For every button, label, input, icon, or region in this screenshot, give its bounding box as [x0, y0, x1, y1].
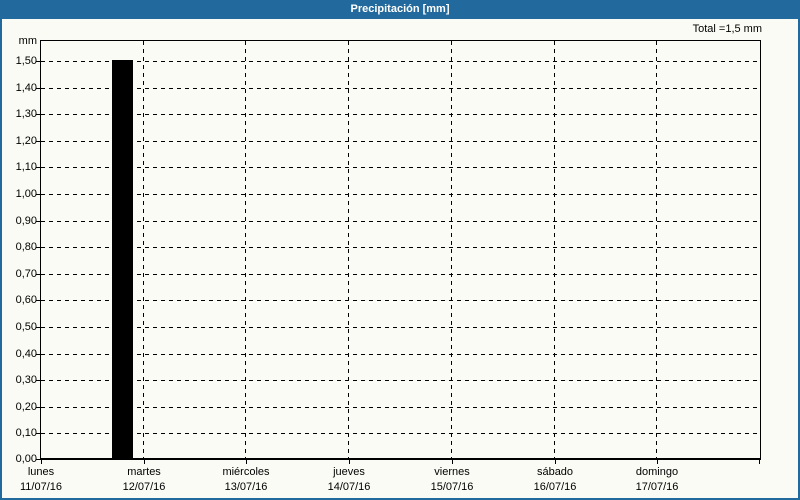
h-gridline — [41, 167, 760, 168]
y-tick-label: 0,00 — [2, 453, 37, 465]
h-gridline — [41, 407, 760, 408]
chart-title: Precipitación [mm] — [350, 3, 449, 15]
y-tick-label: 1,10 — [2, 161, 37, 173]
y-tick-mark — [36, 407, 40, 408]
v-gridline — [143, 41, 144, 458]
plot-area — [40, 40, 761, 460]
v-gridline — [348, 41, 349, 458]
y-tick-label: 0,80 — [2, 241, 37, 253]
y-tick-mark — [36, 327, 40, 328]
h-gridline — [41, 433, 760, 434]
x-date-label: 13/07/16 — [196, 481, 296, 494]
x-tick-mark — [144, 459, 145, 464]
x-tick-mark — [657, 459, 658, 464]
x-date-label: 12/07/16 — [94, 481, 194, 494]
x-day-label: domingo — [607, 466, 707, 479]
h-gridline — [41, 274, 760, 275]
chart-title-bar: Precipitación [mm] — [0, 0, 800, 19]
h-gridline — [41, 354, 760, 355]
x-tick-mark — [759, 459, 760, 464]
v-gridline — [245, 41, 246, 458]
x-day-label: martes — [94, 466, 194, 479]
y-tick-mark — [36, 167, 40, 168]
h-gridline — [41, 327, 760, 328]
y-tick-label: 1,30 — [2, 108, 37, 120]
x-date-label: 11/07/16 — [0, 481, 91, 494]
y-tick-mark — [36, 194, 40, 195]
y-tick-mark — [36, 354, 40, 355]
x-date-label: 14/07/16 — [299, 481, 399, 494]
y-tick-label: 0,90 — [2, 215, 37, 227]
x-date-label: 16/07/16 — [505, 481, 605, 494]
x-day-label: sábado — [505, 466, 605, 479]
total-label: Total =1,5 mm — [693, 23, 762, 36]
y-tick-label: 0,40 — [2, 348, 37, 360]
x-day-label: jueves — [299, 466, 399, 479]
y-tick-label: 1,20 — [2, 135, 37, 147]
h-gridline — [41, 194, 760, 195]
y-tick-mark — [36, 459, 40, 460]
v-gridline — [656, 41, 657, 458]
y-tick-mark — [36, 221, 40, 222]
y-tick-label: 0,70 — [2, 268, 37, 280]
x-tick-mark — [452, 459, 453, 464]
y-axis-unit-label: mm — [2, 35, 37, 47]
x-date-label: 15/07/16 — [402, 481, 502, 494]
y-tick-label: 0,30 — [2, 374, 37, 386]
y-tick-label: 1,40 — [2, 82, 37, 94]
precipitation-bar — [112, 60, 133, 459]
v-gridline — [554, 41, 555, 458]
y-tick-mark — [36, 433, 40, 434]
h-gridline — [41, 221, 760, 222]
y-tick-mark — [36, 141, 40, 142]
h-gridline — [41, 300, 760, 301]
y-tick-label: 1,50 — [2, 55, 37, 67]
x-tick-mark — [246, 459, 247, 464]
v-gridline — [451, 41, 452, 458]
chart-window: Precipitación [mm] Total =1,5 mm mm 1,50… — [0, 0, 800, 500]
y-tick-label: 0,10 — [2, 427, 37, 439]
y-tick-mark — [36, 300, 40, 301]
y-tick-label: 0,60 — [2, 294, 37, 306]
h-gridline — [41, 88, 760, 89]
x-day-label: lunes — [0, 466, 91, 479]
y-tick-mark — [36, 88, 40, 89]
h-gridline — [41, 61, 760, 62]
y-tick-mark — [36, 114, 40, 115]
h-gridline — [41, 380, 760, 381]
y-tick-mark — [36, 247, 40, 248]
x-date-label: 17/07/16 — [607, 481, 707, 494]
x-tick-mark — [555, 459, 556, 464]
x-day-label: viernes — [402, 466, 502, 479]
h-gridline — [41, 141, 760, 142]
y-tick-mark — [36, 274, 40, 275]
y-tick-mark — [36, 380, 40, 381]
h-gridline — [41, 247, 760, 248]
x-tick-mark — [41, 459, 42, 464]
y-tick-label: 0,50 — [2, 321, 37, 333]
x-tick-mark — [349, 459, 350, 464]
y-tick-label: 0,20 — [2, 401, 37, 413]
x-day-label: miércoles — [196, 466, 296, 479]
h-gridline — [41, 114, 760, 115]
y-tick-label: 1,00 — [2, 188, 37, 200]
y-tick-mark — [36, 61, 40, 62]
